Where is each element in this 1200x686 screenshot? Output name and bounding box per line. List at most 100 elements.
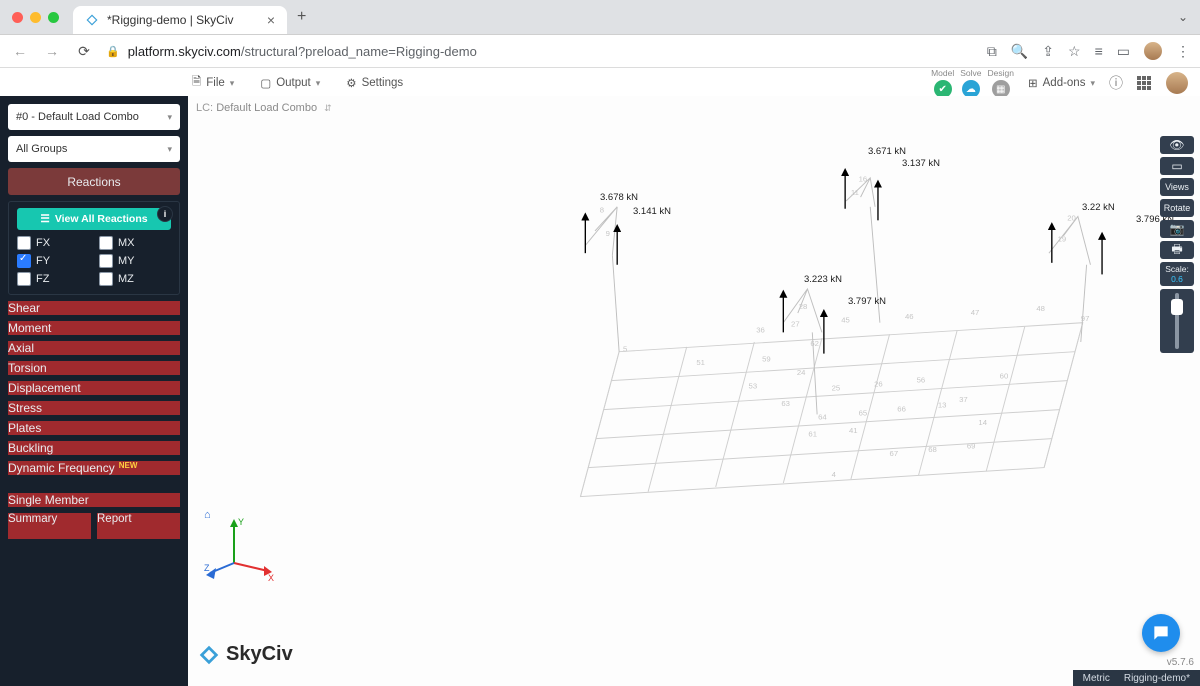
new-tab-button[interactable]: + [297, 8, 306, 26]
rotate-button[interactable]: Rotate [1160, 199, 1194, 217]
group-select[interactable]: All Groups▾ [8, 136, 180, 162]
stress-button[interactable]: Stress [8, 401, 180, 415]
chevron-down-icon: ▾ [316, 78, 321, 89]
svg-text:66: 66 [897, 405, 906, 414]
fz-checkbox[interactable]: FZ [17, 272, 89, 286]
svg-text:9: 9 [606, 229, 610, 238]
reaction-value: 3.223 kN [804, 274, 842, 285]
torsion-button[interactable]: Torsion [8, 361, 180, 375]
chevron-down-icon: ▾ [167, 112, 172, 123]
scene[interactable]: 1611 89 2019 2827 3662 4546 4748 97 551 … [368, 116, 1160, 626]
single-member-button[interactable]: Single Member [8, 493, 180, 507]
units-label[interactable]: Metric [1083, 673, 1110, 684]
window-controls[interactable] [12, 12, 59, 23]
reaction-value: 3.678 kN [600, 192, 638, 203]
load-combo-indicator[interactable]: LC: Default Load Combo ⇵ [196, 102, 332, 114]
my-checkbox[interactable]: MY [99, 254, 171, 268]
views-button[interactable]: Views [1160, 178, 1194, 196]
forward-button: → [42, 43, 62, 59]
scale-label: Scale:0.6 [1160, 262, 1194, 286]
url-host: platform.skyciv.com [128, 44, 241, 59]
gear-icon: ⚙ [346, 76, 356, 90]
svg-text:97: 97 [1081, 314, 1090, 323]
svg-text:47: 47 [971, 308, 980, 317]
apps-grid-icon[interactable] [1137, 76, 1152, 91]
buckling-button[interactable]: Buckling [8, 441, 180, 455]
output-menu[interactable]: ▢Output▾ [260, 74, 320, 93]
viewport-3d[interactable]: LC: Default Load Combo ⇵ [188, 96, 1200, 686]
svg-text:56: 56 [917, 376, 926, 385]
chevron-down-icon[interactable]: ⌄ [1178, 10, 1188, 24]
bookmark-icon[interactable]: ☆ [1068, 43, 1081, 60]
view-dock: 👁 ▭ Views Rotate 📷 🖶 Scale:0.6 [1160, 136, 1194, 353]
report-button[interactable]: Report [97, 513, 180, 539]
info-icon[interactable]: i [157, 206, 173, 222]
moment-button[interactable]: Moment [8, 321, 180, 335]
print-icon[interactable]: 🖶 [1160, 241, 1194, 259]
svg-text:4: 4 [832, 470, 837, 479]
fx-checkbox[interactable]: FX [17, 236, 89, 250]
tab-title: *Rigging-demo | SkyCiv [107, 13, 234, 27]
chevron-down-icon: ▾ [1090, 78, 1095, 89]
output-icon: ▢ [260, 76, 271, 90]
help-icon[interactable]: ⓘ [1109, 73, 1123, 93]
profile-avatar[interactable] [1144, 42, 1162, 60]
settings-menu[interactable]: ⚙Settings [346, 74, 403, 93]
kebab-icon[interactable]: ⋮ [1176, 43, 1190, 60]
reaction-value: 3.671 kN [868, 146, 906, 157]
axial-button[interactable]: Axial [8, 341, 180, 355]
chevron-down-icon: ▾ [230, 78, 235, 89]
addons-icon: ⊞ [1028, 76, 1038, 90]
plates-button[interactable]: Plates [8, 421, 180, 435]
minimize-window-icon[interactable] [30, 12, 41, 23]
svg-text:27: 27 [791, 320, 800, 329]
close-window-icon[interactable] [12, 12, 23, 23]
fy-checkbox[interactable]: FY [17, 254, 89, 268]
app-menu-bar: 🗎File▾ ▢Output▾ ⚙Settings Model✔ Solve☁ … [0, 68, 1200, 99]
view-all-reactions-button[interactable]: ☰View All Reactions i [17, 208, 171, 230]
panel-icon[interactable]: ▭ [1117, 43, 1130, 60]
user-avatar[interactable] [1166, 72, 1188, 94]
browser-tab[interactable]: *Rigging-demo | SkyCiv × [73, 6, 287, 34]
mz-checkbox[interactable]: MZ [99, 272, 171, 286]
svg-text:53: 53 [749, 381, 758, 390]
reload-button[interactable]: ⟳ [74, 43, 94, 60]
playlist-icon[interactable]: ≡ [1095, 43, 1103, 59]
svg-text:64: 64 [818, 412, 827, 421]
status-model-label: Model [931, 68, 954, 78]
visibility-icon[interactable]: 👁 [1160, 136, 1194, 154]
file-menu[interactable]: 🗎File▾ [192, 74, 234, 93]
dynamic-frequency-button[interactable]: Dynamic FrequencyNEW [8, 461, 180, 475]
brand-logo: SkyCiv [198, 643, 293, 666]
favicon-icon [85, 13, 99, 27]
shear-button[interactable]: Shear [8, 301, 180, 315]
maximize-window-icon[interactable] [48, 12, 59, 23]
svg-text:13: 13 [938, 401, 947, 410]
reaction-value: 3.137 kN [902, 158, 940, 169]
results-sidebar: #0 - Default Load Combo▾ All Groups▾ Rea… [0, 96, 188, 686]
home-view-icon[interactable]: ⌂ [204, 509, 211, 521]
summary-button[interactable]: Summary [8, 513, 91, 539]
load-combo-select[interactable]: #0 - Default Load Combo▾ [8, 104, 180, 130]
chat-button[interactable] [1142, 614, 1180, 652]
version-label: v5.7.6 [1167, 657, 1194, 668]
share-icon[interactable]: ⇪ [1042, 43, 1054, 60]
svg-text:Y: Y [238, 517, 244, 527]
url-field[interactable]: 🔒 platform.skyciv.com/structural?preload… [106, 44, 975, 59]
svg-text:61: 61 [808, 430, 817, 439]
reaction-value: 3.797 kN [848, 296, 886, 307]
back-button[interactable]: ← [10, 43, 30, 59]
address-bar: ← → ⟳ 🔒 platform.skyciv.com/structural?p… [0, 35, 1200, 68]
displacement-button[interactable]: Displacement [8, 381, 180, 395]
reactions-button[interactable]: Reactions [8, 168, 180, 195]
camera-icon[interactable]: 📷 [1160, 220, 1194, 238]
scale-slider[interactable] [1160, 289, 1194, 353]
svg-text:24: 24 [797, 368, 806, 377]
zoom-icon[interactable]: 🔍 [1011, 43, 1028, 60]
mx-checkbox[interactable]: MX [99, 236, 171, 250]
display-icon[interactable]: ▭ [1160, 157, 1194, 175]
close-tab-icon[interactable]: × [267, 12, 275, 28]
install-app-icon[interactable]: ⧉ [987, 43, 997, 60]
svg-text:19: 19 [1058, 235, 1067, 244]
addons-menu[interactable]: ⊞Add-ons▾ [1028, 76, 1095, 90]
